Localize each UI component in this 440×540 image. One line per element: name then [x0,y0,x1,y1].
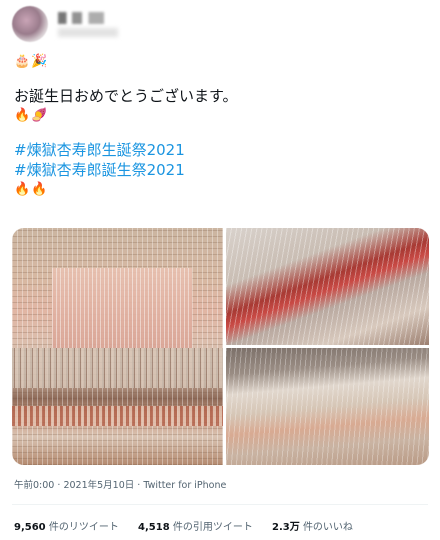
likes-label: 件のいいね [302,522,353,533]
tweet-date[interactable]: 2021年5月10日 [63,480,134,491]
avatar[interactable] [12,6,48,42]
retweets-number: 9,560 [14,522,46,533]
photo-1-detail [12,348,223,388]
quotes-number: 4,518 [138,522,170,533]
tweet-timestamp: 午前0:00 · 2021年5月10日 · Twitter for iPhone [14,477,226,491]
photo-1-detail [52,268,192,348]
likes-count[interactable]: 2.3万 件のいいね [272,518,353,533]
emoji-line-mid: 🔥🍠 [14,108,49,123]
tweet-text: 🎂🎉 お誕生日おめでとうございます。 🔥🍠 #煉獄杏寿郎生誕祭2021 #煉獄杏… [14,52,424,200]
photo-2[interactable] [226,228,429,345]
meta-separator: · [137,480,141,491]
photo-1[interactable] [12,228,223,465]
tweet-card: 🎂🎉 お誕生日おめでとうございます。 🔥🍠 #煉獄杏寿郎生誕祭2021 #煉獄杏… [0,0,440,540]
tweet-stats: 9,560 件のリツイート 4,518 件の引用ツイート 2.3万 件のいいね [14,518,369,533]
hashtag-link[interactable]: #煉獄杏寿郎誕生祭2021 [14,160,424,180]
tweet-time[interactable]: 午前0:00 [14,480,54,491]
retweets-count[interactable]: 9,560 件のリツイート [14,518,119,533]
emoji-line-top: 🎂🎉 [14,54,49,69]
photo-3[interactable] [226,348,429,465]
divider [12,504,428,505]
tweet-source[interactable]: Twitter for iPhone [143,480,226,491]
quotes-label: 件の引用ツイート [172,522,253,533]
hashtag-link[interactable]: #煉獄杏寿郎生誕祭2021 [14,140,424,160]
meta-separator: · [57,480,61,491]
blurred-display-name[interactable] [58,12,104,24]
retweets-label: 件のリツイート [48,522,119,533]
quote-tweets-count[interactable]: 4,518 件の引用ツイート [138,518,253,533]
photo-grid [12,228,429,465]
photo-1-detail [12,406,223,426]
greeting-text: お誕生日おめでとうございます。 [14,87,238,105]
tweet-header [12,6,428,44]
blurred-handle[interactable] [58,28,118,37]
likes-number: 2.3万 [272,522,300,533]
emoji-line-bottom: 🔥🔥 [14,182,49,197]
